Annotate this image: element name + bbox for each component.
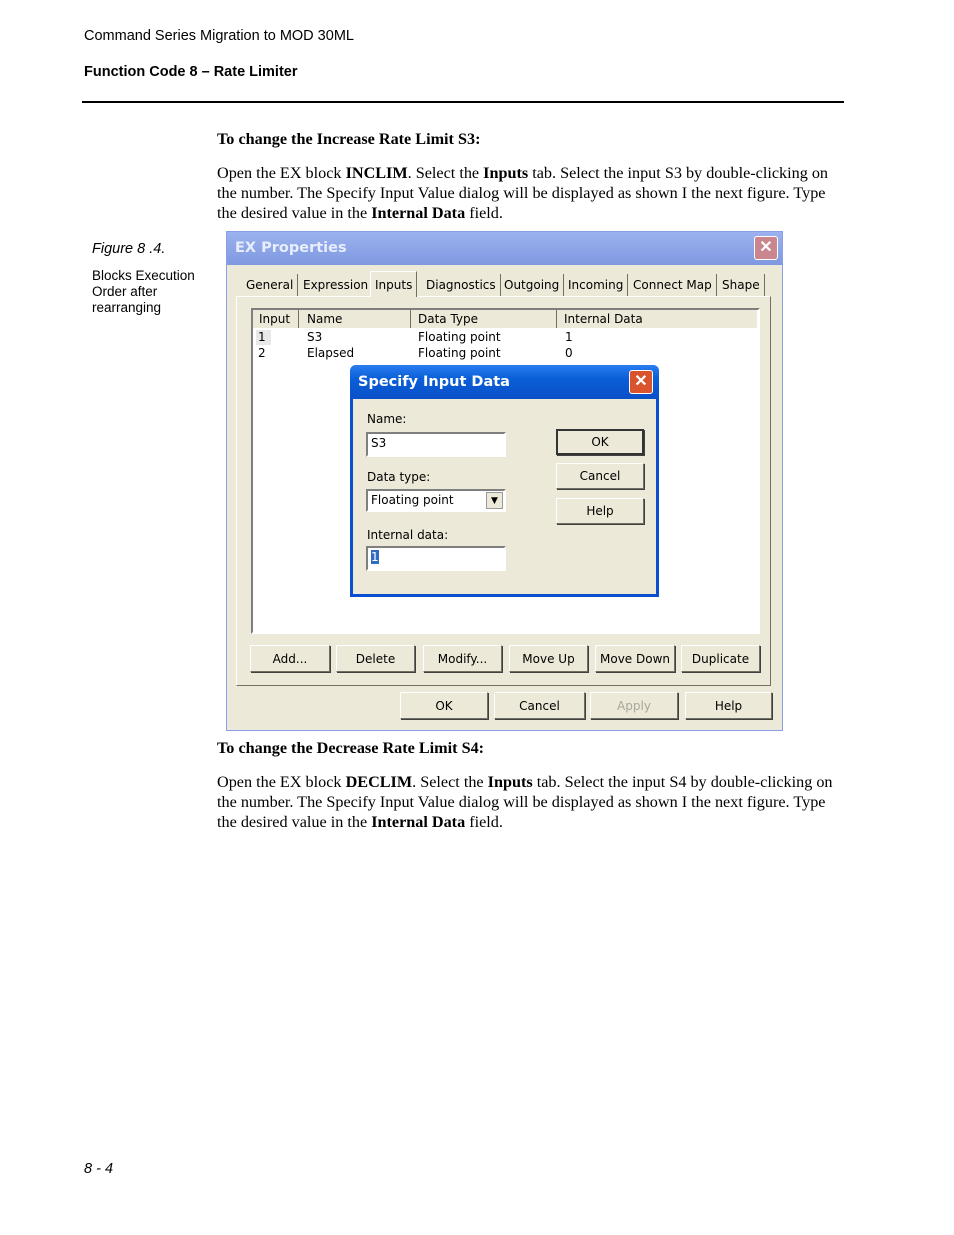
delete-button[interactable]: Delete [336, 645, 415, 672]
column-name[interactable]: Name [307, 312, 342, 326]
figure-caption: Blocks Execution Order after rearranging [92, 268, 195, 315]
tab-general[interactable]: General [242, 274, 299, 296]
tab-expression[interactable]: Expression [299, 274, 374, 296]
add-button[interactable]: Add... [250, 645, 330, 672]
tab-diagnostics[interactable]: Diagnostics [422, 274, 501, 296]
column-internal-data[interactable]: Internal Data [564, 312, 643, 326]
document-page: Command Series Migration to MOD 30ML Fun… [0, 0, 954, 1235]
chevron-down-icon[interactable]: ▼ [486, 492, 503, 509]
name-input[interactable]: S3 [366, 432, 506, 457]
page-number: 8 - 4 [84, 1161, 114, 1177]
ok-button[interactable]: OK [400, 692, 488, 719]
data-type-select[interactable]: Floating point ▼ [366, 489, 506, 512]
header-rule [82, 101, 844, 103]
dialog-title: Specify Input Data [358, 374, 510, 390]
paragraph-increase: Open the EX block INCLIM. Select the Inp… [217, 164, 829, 222]
close-icon[interactable]: ✕ [754, 236, 778, 260]
column-data-type[interactable]: Data Type [418, 312, 478, 326]
tab-inputs[interactable]: Inputs [370, 271, 418, 297]
tab-outgoing[interactable]: Outgoing [500, 274, 565, 296]
move-down-button[interactable]: Move Down [595, 645, 675, 672]
column-input[interactable]: Input [259, 312, 290, 326]
name-label: Name: [367, 412, 407, 426]
figure-label: Figure 8 .4. [92, 241, 166, 257]
duplicate-button[interactable]: Duplicate [681, 645, 760, 672]
close-icon[interactable]: ✕ [629, 370, 653, 394]
heading-increase: To change the Increase Rate Limit S3: [217, 130, 481, 148]
cancel-button[interactable]: Cancel [494, 692, 585, 719]
tab-incoming[interactable]: Incoming [564, 274, 629, 296]
modify-button[interactable]: Modify... [423, 645, 502, 672]
section-title: Function Code 8 – Rate Limiter [84, 64, 298, 80]
dialog-ok-button[interactable]: OK [556, 429, 644, 455]
tab-connect-map[interactable]: Connect Map [629, 274, 717, 296]
ex-title: EX Properties [235, 240, 347, 256]
tab-shape[interactable]: Shape [718, 274, 765, 296]
apply-button[interactable]: Apply [590, 692, 678, 719]
help-button[interactable]: Help [685, 692, 772, 719]
dialog-cancel-button[interactable]: Cancel [556, 463, 644, 489]
heading-decrease: To change the Decrease Rate Limit S4: [217, 739, 485, 757]
document-title: Command Series Migration to MOD 30ML [84, 28, 354, 44]
internal-data-label: Internal data: [367, 528, 449, 542]
dialog-help-button[interactable]: Help [556, 498, 644, 524]
data-type-label: Data type: [367, 470, 431, 484]
move-up-button[interactable]: Move Up [509, 645, 588, 672]
ex-title-bar: EX Properties ✕ [227, 232, 782, 265]
internal-data-input[interactable]: 1 [366, 546, 506, 571]
paragraph-decrease: Open the EX block DECLIM. Select the Inp… [217, 773, 833, 831]
dialog-title-bar: Specify Input Data ✕ [350, 365, 659, 399]
